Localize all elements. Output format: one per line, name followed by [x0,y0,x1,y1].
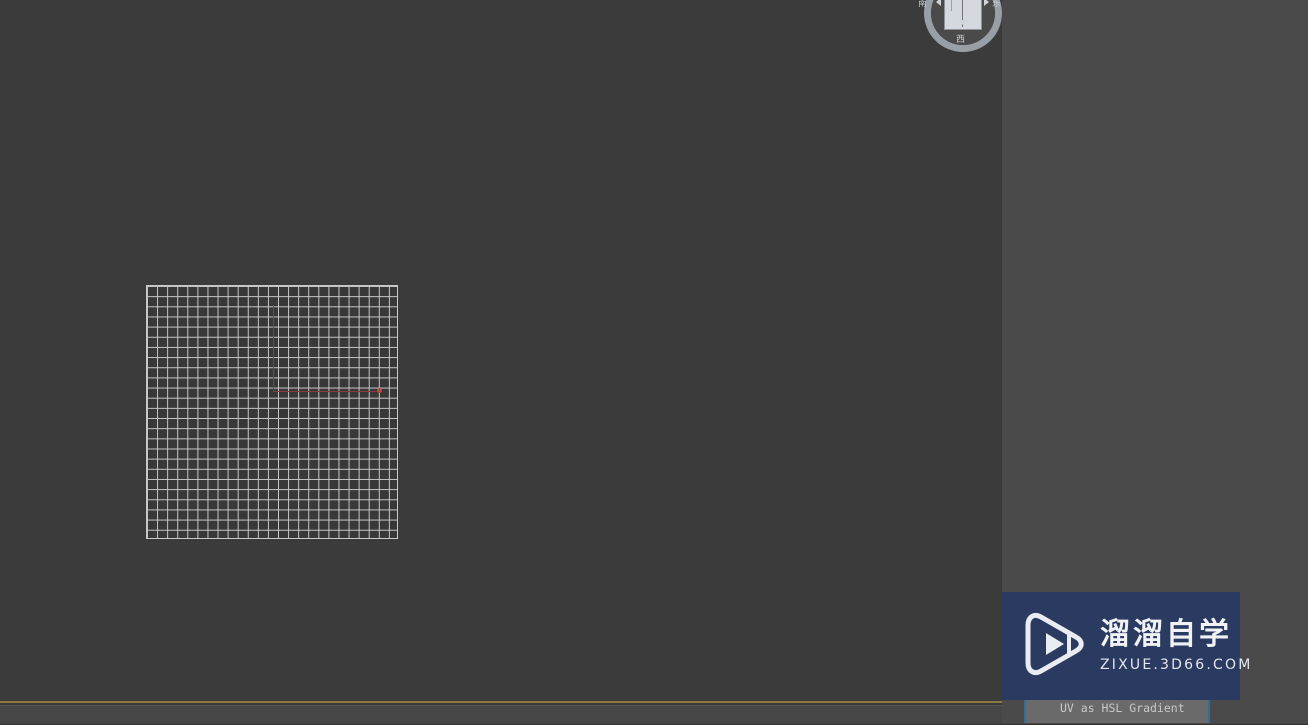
viewcube-label-right: 东 [992,0,1002,9]
play-logo-icon [1020,611,1086,682]
viewcube-face[interactable] [944,0,982,30]
watermark-subtitle: ZIXUE.3D66.COM [1100,657,1253,673]
axis-line-horizontal [273,391,381,392]
viewcube-label-left: 南 [918,0,928,9]
viewcube-navigation-gizmo[interactable]: 南 东 西 [918,0,1006,56]
list-item[interactable]: UV as HSL Gradient [1026,700,1208,717]
watermark-title: 溜溜自学 [1100,617,1232,652]
axis-endpoint-marker [377,388,382,393]
grid-plane-object[interactable] [146,285,398,539]
viewcube-arrow-right-icon[interactable] [984,0,989,6]
watermark-overlay: 溜溜自学 ZIXUE.3D66.COM [1002,592,1250,700]
viewcube-arrow-down-icon[interactable] [959,20,967,25]
viewcube-arrow-left-icon[interactable] [936,0,941,6]
axis-line-vertical [273,305,274,392]
modifier-list-tail[interactable]: UV as HSL Gradient [1024,700,1210,723]
watermark-text-block: 溜溜自学 ZIXUE.3D66.COM [1100,617,1252,675]
viewcube-label-bottom: 西 [956,35,966,45]
